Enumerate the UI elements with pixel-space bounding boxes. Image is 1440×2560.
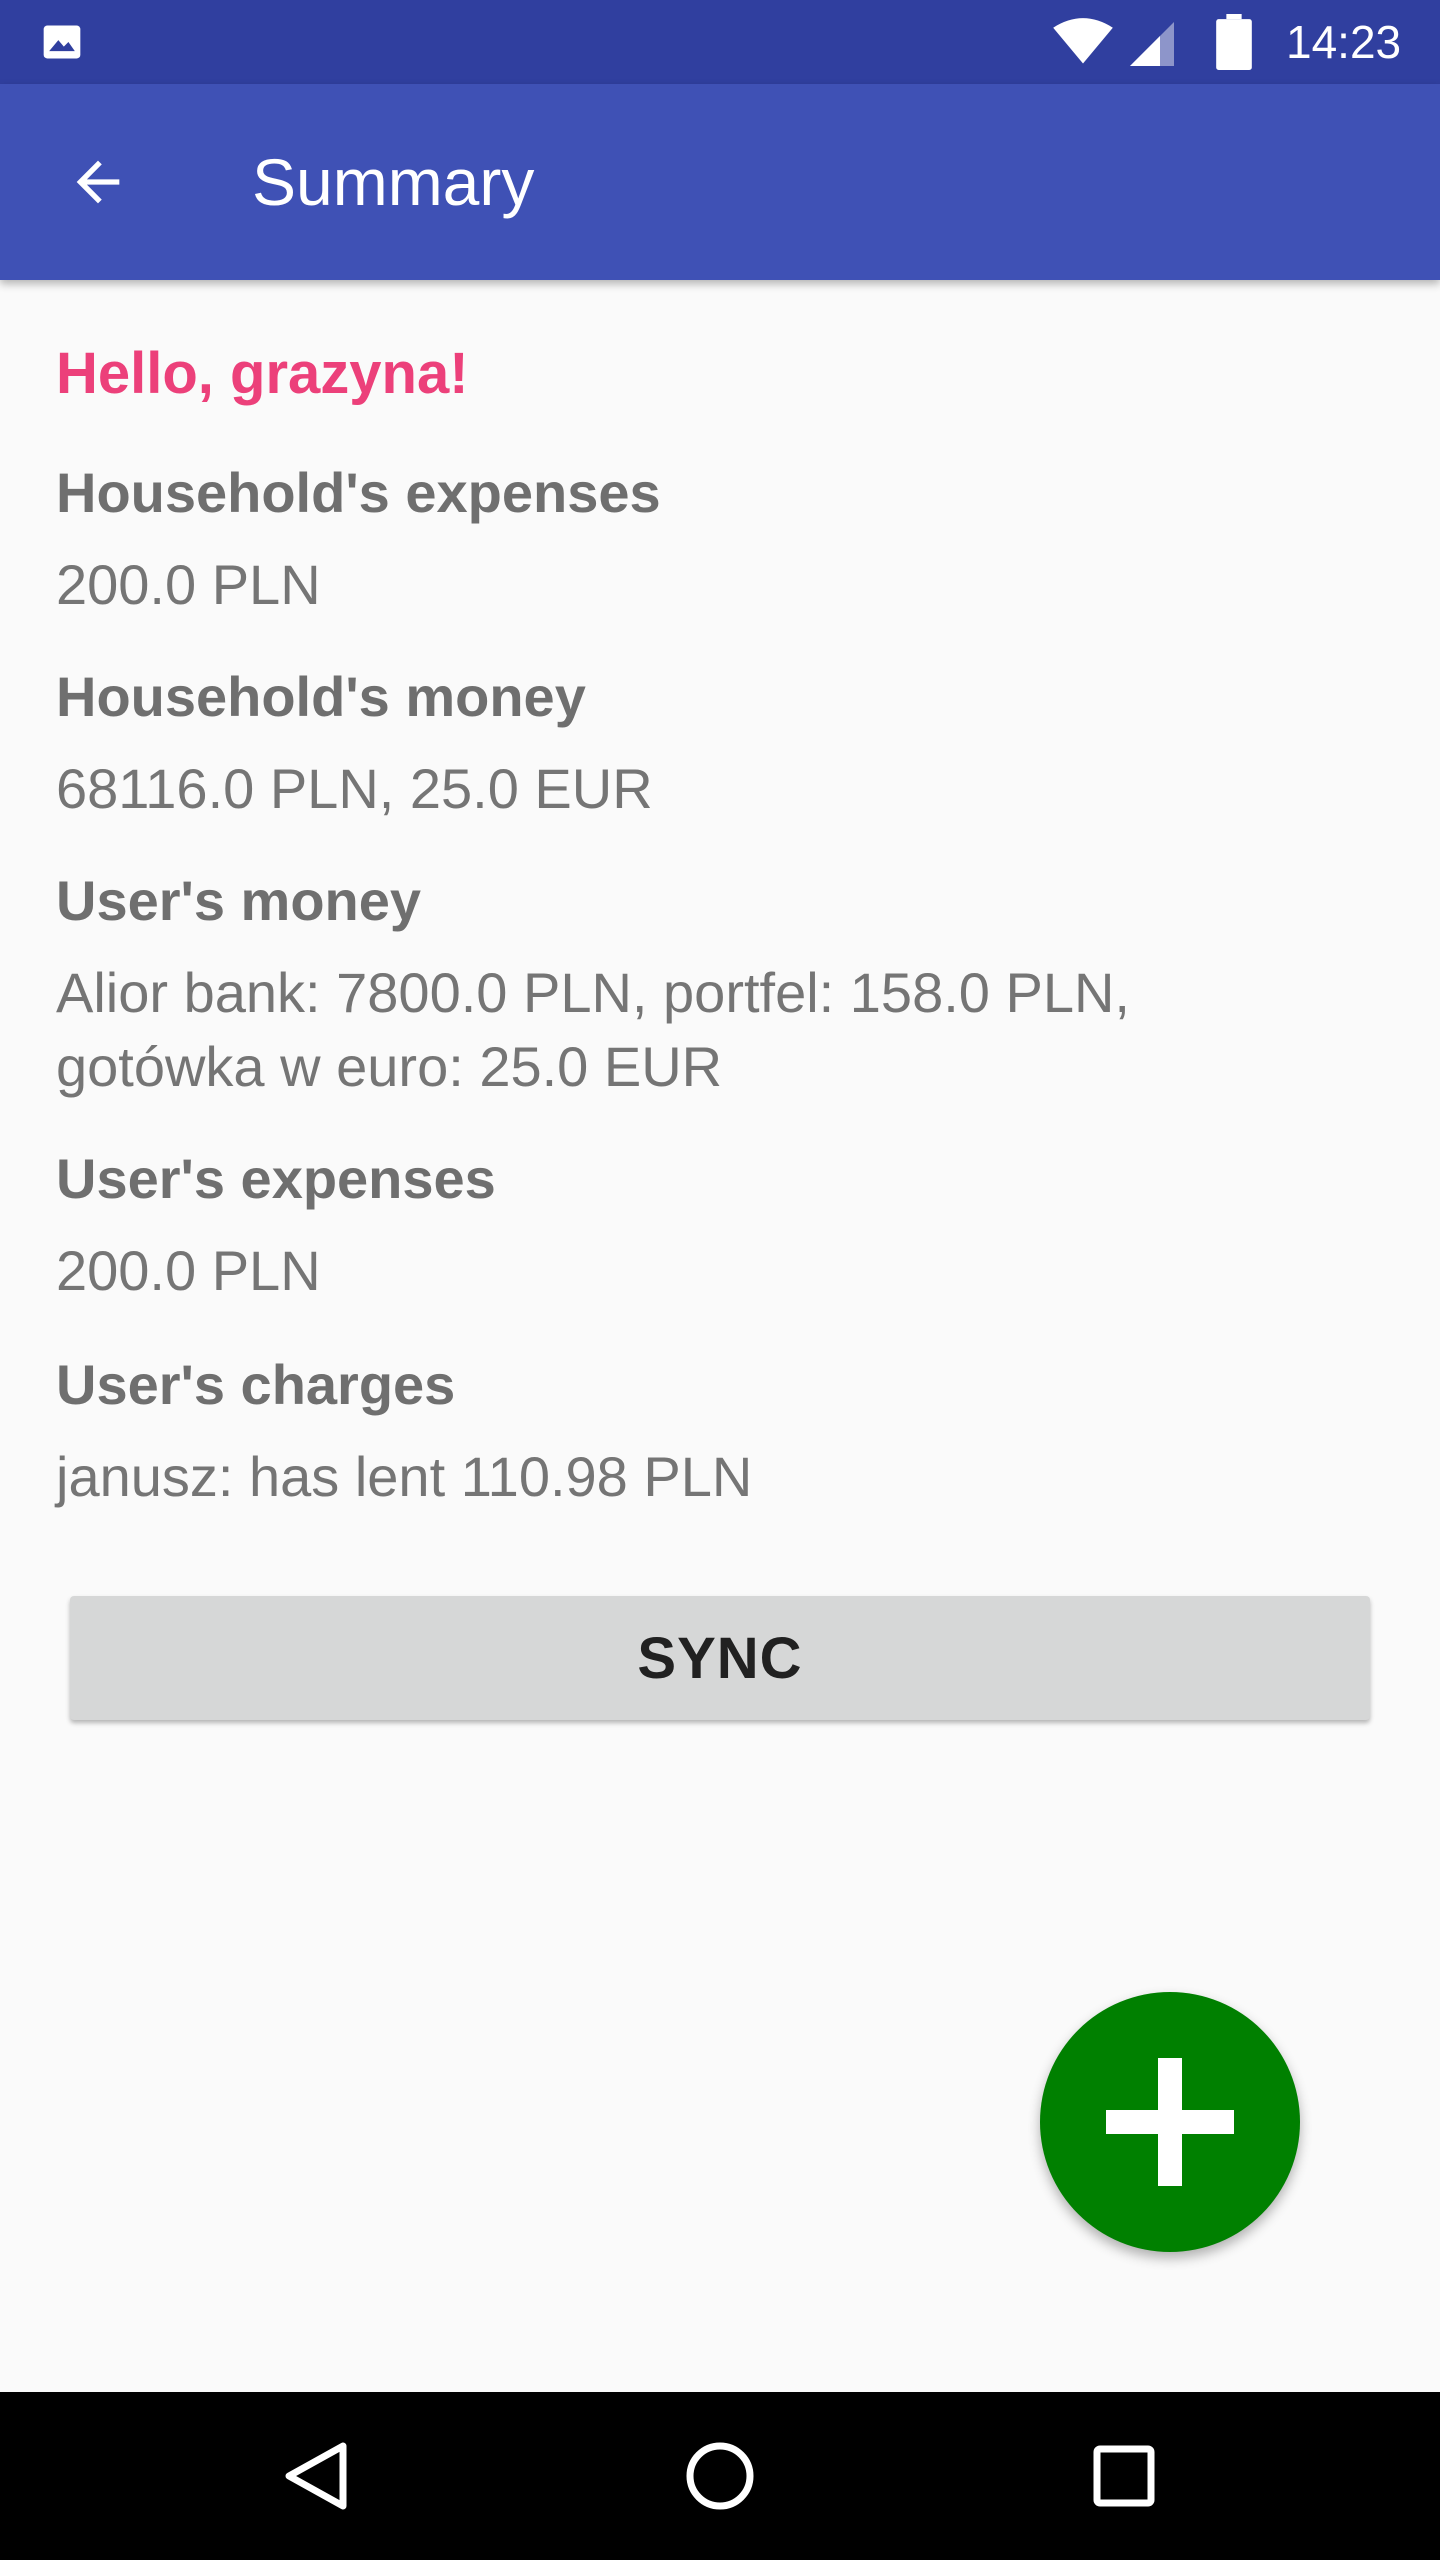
status-clock: 14:23: [1286, 16, 1402, 68]
nav-home-button[interactable]: [670, 2426, 770, 2526]
household-expenses-label: Household's expenses: [56, 461, 661, 524]
greeting-text: Hello, grazyna!: [56, 341, 469, 406]
status-bar: 14:23: [0, 0, 1440, 84]
plus-icon: [1106, 2058, 1234, 2186]
battery-icon: [1216, 14, 1252, 70]
nav-back-icon: [285, 2442, 347, 2510]
app-bar: Summary: [0, 84, 1440, 280]
users-expenses-value: 200.0 PLN: [56, 1239, 321, 1302]
users-charges-label: User's charges: [56, 1353, 456, 1416]
page-title: Summary: [252, 145, 535, 219]
household-money-label: Household's money: [56, 665, 586, 728]
sync-button[interactable]: SYNC: [70, 1596, 1370, 1720]
users-expenses-label: User's expenses: [56, 1147, 496, 1210]
add-fab-button[interactable]: [1040, 1992, 1300, 2252]
back-button[interactable]: [50, 134, 146, 230]
system-nav-bar: [0, 2392, 1440, 2560]
users-charges-value: janusz: has lent 110.98 PLN: [56, 1445, 753, 1508]
users-money-value: Alior bank: 7800.0 PLN, portfel: 158.0 P…: [56, 961, 1130, 1098]
users-money-label: User's money: [56, 869, 422, 932]
nav-recents-icon: [1093, 2445, 1155, 2507]
cell-signal-icon: [1130, 22, 1174, 66]
household-expenses-value: 200.0 PLN: [56, 553, 321, 616]
nav-back-button[interactable]: [266, 2426, 366, 2526]
arrow-back-icon: [76, 160, 120, 204]
wifi-icon: [1053, 18, 1113, 64]
image-notification-icon: [43, 25, 81, 59]
nav-recents-button[interactable]: [1074, 2426, 1174, 2526]
household-money-value: 68116.0 PLN, 25.0 EUR: [56, 757, 653, 820]
nav-home-icon: [686, 2442, 754, 2510]
